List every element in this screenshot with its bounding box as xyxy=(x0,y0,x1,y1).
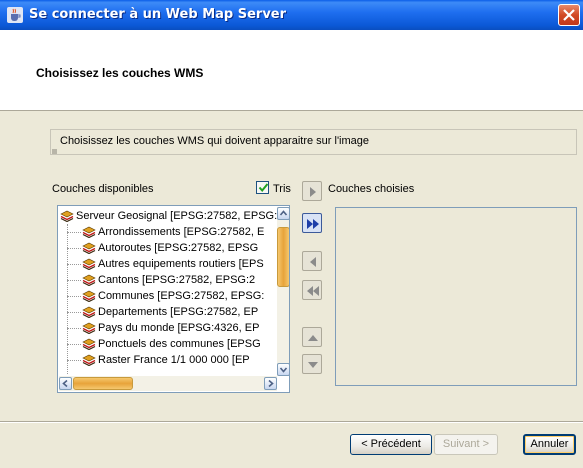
tree-item-label: Arrondissements [EPSG:27582, E xyxy=(98,226,265,238)
available-layers-label: Couches disponibles xyxy=(52,183,154,195)
next-button[interactable]: Suivant > xyxy=(434,434,498,455)
remove-all-button[interactable] xyxy=(302,280,322,300)
title-bar[interactable]: Se connecter à un Web Map Server xyxy=(0,0,583,30)
cancel-button[interactable]: Annuler xyxy=(523,434,576,455)
available-layers-tree[interactable]: Serveur Geosignal [EPSG:27582, EPSG: Arro… xyxy=(57,205,290,393)
tree-guide xyxy=(67,248,81,249)
layers-icon xyxy=(82,290,96,303)
footer-divider xyxy=(0,421,583,423)
close-button[interactable] xyxy=(558,4,580,26)
tree-item-label: Raster France 1/1 000 000 [EP xyxy=(98,354,250,366)
tree-guide xyxy=(67,312,81,313)
tree-guide xyxy=(67,344,81,345)
layers-icon xyxy=(82,258,96,271)
scroll-left-button[interactable] xyxy=(59,377,72,390)
description-text: Choisissez les couches WMS qui doivent a… xyxy=(60,135,370,147)
scroll-right-button[interactable] xyxy=(264,377,277,390)
tree-item-label: Communes [EPSG:27582, EPSG: xyxy=(98,290,265,302)
tree-item[interactable]: Arrondissements [EPSG:27582, E xyxy=(58,224,278,240)
previous-button[interactable]: < Précédent xyxy=(350,434,432,455)
tree-item-label: Serveur Geosignal [EPSG:27582, EPSG: xyxy=(76,210,278,222)
chosen-layers-label: Couches choisies xyxy=(328,183,415,195)
tree-guide xyxy=(67,328,81,329)
resize-grip-icon xyxy=(52,149,57,154)
tree-guide xyxy=(67,264,81,265)
chevron-right-icon xyxy=(268,379,274,388)
layers-icon xyxy=(82,274,96,287)
tree-item-label: Autoroutes [EPSG:27582, EPSG xyxy=(98,242,259,254)
tree-item[interactable]: Autoroutes [EPSG:27582, EPSG xyxy=(58,240,278,256)
tree-item[interactable]: Cantons [EPSG:27582, EPSG:2 xyxy=(58,272,278,288)
tree-guide xyxy=(67,360,81,361)
checkmark-icon xyxy=(258,183,269,193)
tree-guide xyxy=(67,232,81,233)
layers-icon xyxy=(60,210,74,223)
double-arrow-left-icon xyxy=(307,286,319,296)
tree-item[interactable]: Communes [EPSG:27582, EPSG: xyxy=(58,288,278,304)
add-all-button[interactable] xyxy=(302,213,322,233)
arrow-right-icon xyxy=(310,187,316,197)
sort-checkbox[interactable] xyxy=(256,181,269,194)
layers-icon xyxy=(82,226,96,239)
sort-label[interactable]: Tris xyxy=(273,183,291,195)
layers-icon xyxy=(82,306,96,319)
tree-item-label: Departements [EPSG:27582, EP xyxy=(98,306,259,318)
tree-guide xyxy=(67,280,81,281)
layers-icon xyxy=(82,354,96,367)
tree-guide xyxy=(67,296,81,297)
tree-item[interactable]: Raster France 1/1 000 000 [EP xyxy=(58,352,278,368)
arrow-left-icon xyxy=(310,257,316,267)
scroll-down-button[interactable] xyxy=(277,363,289,376)
window-title: Se connecter à un Web Map Server xyxy=(29,7,287,22)
chevron-up-icon xyxy=(279,210,288,216)
close-icon xyxy=(563,9,575,21)
vertical-scrollbar[interactable] xyxy=(277,207,289,376)
add-one-button[interactable] xyxy=(302,181,322,201)
tree-item[interactable]: Autres equipements routiers [EPS xyxy=(58,256,278,272)
tree-item[interactable]: Departements [EPSG:27582, EP xyxy=(58,304,278,320)
horizontal-scrollbar[interactable] xyxy=(59,376,277,391)
chevron-down-icon xyxy=(279,367,288,373)
vertical-scroll-thumb[interactable] xyxy=(277,227,289,287)
move-up-button[interactable] xyxy=(302,327,322,347)
tree-item-label: Pays du monde [EPSG:4326, EP xyxy=(98,322,260,334)
layers-icon xyxy=(82,242,96,255)
move-down-button[interactable] xyxy=(302,354,322,374)
tree-item[interactable]: Pays du monde [EPSG:4326, EP xyxy=(58,320,278,336)
layers-icon xyxy=(82,338,96,351)
horizontal-scroll-thumb[interactable] xyxy=(73,377,133,390)
arrow-down-icon xyxy=(308,362,318,368)
scroll-up-button[interactable] xyxy=(277,207,289,220)
arrow-up-icon xyxy=(308,335,318,341)
layers-icon xyxy=(82,322,96,335)
tree-item-label: Cantons [EPSG:27582, EPSG:2 xyxy=(98,274,256,286)
java-cup-icon xyxy=(7,7,23,23)
tree-item[interactable]: Ponctuels des communes [EPSG xyxy=(58,336,278,352)
chevron-left-icon xyxy=(62,379,68,388)
tree-item-label: Ponctuels des communes [EPSG xyxy=(98,338,261,350)
tree-item[interactable]: Serveur Geosignal [EPSG:27582, EPSG: xyxy=(58,208,278,224)
remove-one-button[interactable] xyxy=(302,251,322,271)
double-arrow-right-icon xyxy=(307,219,319,229)
tree-item-label: Autres equipements routiers [EPS xyxy=(98,258,264,270)
chosen-layers-list[interactable] xyxy=(335,207,577,386)
page-title: Choisissez les couches WMS xyxy=(36,66,204,80)
